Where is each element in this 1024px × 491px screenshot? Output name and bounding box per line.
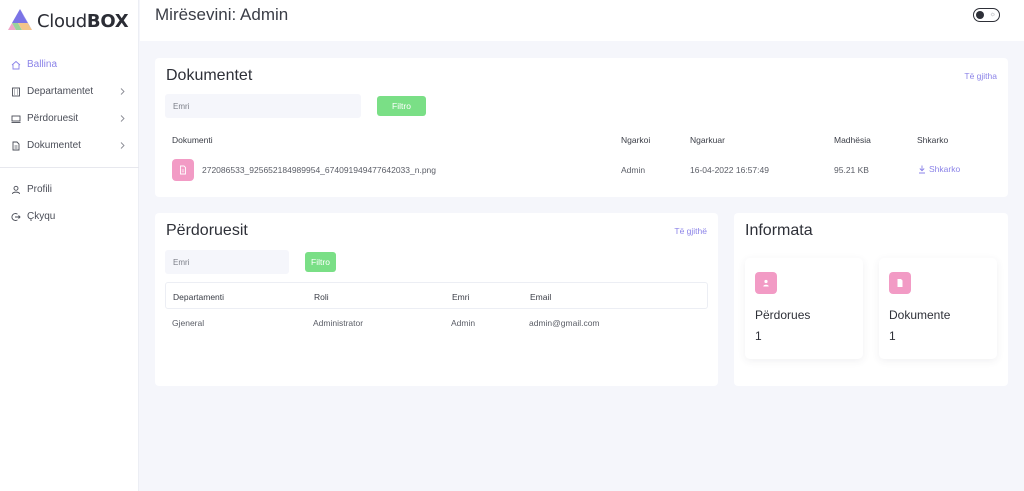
user-name: Admin — [451, 318, 476, 328]
stat-label: Dokumente — [889, 308, 951, 322]
stat-label: Përdorues — [755, 308, 811, 322]
sidebar-item-departamentet[interactable]: Departamentet — [0, 78, 139, 105]
info-card: Informata Përdorues 1 Dokumente 1 — [734, 213, 1008, 386]
users-search-input[interactable] — [165, 250, 289, 274]
page-title: Mirësevini: Admin — [155, 5, 289, 24]
download-label: Shkarko — [929, 164, 961, 174]
stat-card-documents[interactable]: Dokumente 1 — [879, 258, 997, 359]
sidebar-item-label: Departamentet — [27, 86, 94, 97]
column-header-ngarkoi: Ngarkoi — [621, 135, 651, 145]
file-icon — [172, 159, 194, 181]
documents-see-all-link[interactable]: Të gjitha — [964, 71, 997, 81]
download-link[interactable]: Shkarko — [918, 164, 960, 174]
table-row: Gjeneral Administrator Admin admin@gmail… — [165, 309, 708, 336]
top-header: Mirësevini: Admin ☼ — [140, 0, 1024, 41]
stat-card-users[interactable]: Përdorues 1 — [745, 258, 863, 359]
logo[interactable]: CloudBOX — [8, 6, 129, 36]
chevron-right-icon — [120, 115, 125, 122]
documents-filter-button[interactable]: Filtro — [377, 96, 426, 116]
sidebar: CloudBOX Ballina Departamentet Përdorues… — [0, 0, 139, 491]
sidebar-item-perdoruesit[interactable]: Përdoruesit — [0, 105, 139, 132]
sidebar-item-label: Dokumentet — [27, 140, 81, 151]
stat-value: 1 — [889, 329, 896, 343]
sun-icon: ☼ — [989, 11, 996, 18]
home-icon — [10, 59, 21, 70]
column-header-ngarkuar: Ngarkuar — [690, 135, 725, 145]
users-filter-button[interactable]: Filtro — [305, 252, 336, 272]
column-header-dokumenti: Dokumenti — [172, 135, 213, 145]
user-icon — [755, 272, 777, 294]
column-header-emri: Emri — [452, 292, 470, 302]
sidebar-item-label: Profili — [27, 184, 53, 195]
users-card: Përdoruesit Të gjithë Filtro Departament… — [155, 213, 718, 386]
column-header-roli: Roli — [314, 292, 329, 302]
building-icon — [10, 86, 21, 97]
document-uploader: Admin — [621, 165, 646, 175]
column-header-madhesia: Madhësia — [834, 135, 871, 145]
toggle-knob — [976, 10, 984, 19]
user-email: admin@gmail.com — [529, 318, 600, 328]
cloudbox-logo-icon — [8, 9, 32, 30]
chevron-right-icon — [120, 142, 125, 149]
document-icon — [10, 140, 21, 151]
sidebar-item-ckyqu[interactable]: Çkyqu — [0, 203, 139, 230]
sidebar-item-label: Çkyqu — [27, 211, 56, 222]
document-size: 95.21 KB — [834, 165, 869, 175]
document-uploaded-date: 16-04-2022 16:57:49 — [690, 165, 769, 175]
users-table: Departamenti Roli Emri Email Gjeneral Ad… — [165, 282, 708, 336]
users-title: Përdoruesit — [166, 222, 248, 239]
documents-title: Dokumentet — [166, 67, 253, 84]
download-icon — [919, 165, 925, 173]
column-header-shkarko: Shkarko — [917, 135, 949, 145]
documents-search-input[interactable] — [165, 94, 361, 118]
column-header-email: Email — [530, 292, 552, 302]
users-see-all-link[interactable]: Të gjithë — [674, 226, 707, 236]
sidebar-item-label: Përdoruesit — [27, 113, 79, 124]
document-name[interactable]: 272086533_925652184989954_67409194947764… — [202, 165, 436, 175]
chevron-right-icon — [120, 88, 125, 95]
document-icon — [889, 272, 911, 294]
table-header-row: Departamenti Roli Emri Email — [165, 282, 708, 309]
sidebar-nav: Ballina Departamentet Përdoruesit Dokume… — [0, 51, 139, 230]
user-role: Administrator — [313, 318, 364, 328]
user-icon — [10, 184, 21, 195]
sidebar-item-label: Ballina — [27, 59, 58, 70]
logout-icon — [10, 211, 21, 222]
column-header-departamenti: Departamenti — [173, 292, 225, 302]
stat-value: 1 — [755, 329, 762, 343]
theme-toggle[interactable]: ☼ — [973, 8, 1000, 22]
monitor-icon — [10, 113, 21, 124]
sidebar-item-ballina[interactable]: Ballina — [0, 51, 139, 78]
sidebar-item-profili[interactable]: Profili — [0, 176, 139, 203]
info-title: Informata — [745, 222, 813, 239]
documents-card: Dokumentet Të gjitha Filtro Dokumenti Ng… — [155, 58, 1008, 197]
sidebar-item-dokumentet[interactable]: Dokumentet — [0, 132, 139, 159]
brand-name: CloudBOX — [37, 10, 129, 32]
sidebar-divider — [0, 167, 139, 168]
user-department: Gjeneral — [172, 318, 205, 328]
